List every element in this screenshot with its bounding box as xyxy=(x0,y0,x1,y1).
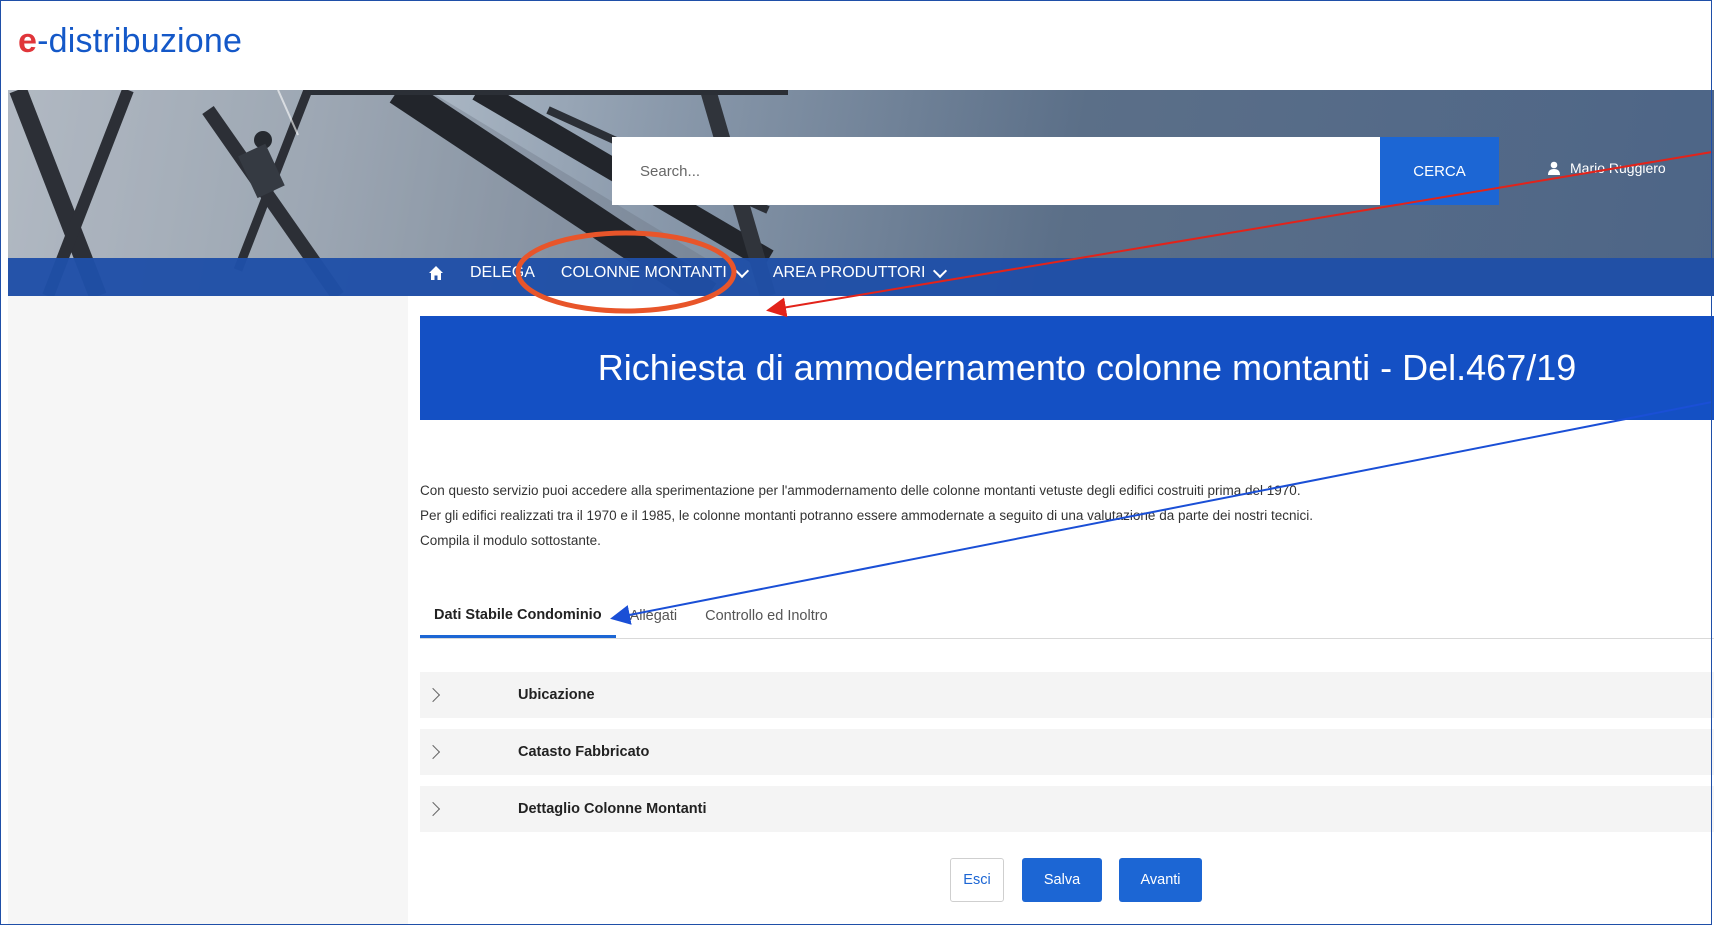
main-nav: DELEGA COLONNE MONTANTI AREA PRODUTTORI xyxy=(428,263,971,282)
nav-item-label: DELEGA xyxy=(470,264,535,281)
nav-home[interactable] xyxy=(428,265,444,281)
next-button[interactable]: Avanti xyxy=(1119,858,1202,902)
save-button[interactable]: Salva xyxy=(1022,858,1102,902)
page-description: Con questo servizio puoi accedere alla s… xyxy=(420,478,1313,553)
search-input[interactable] xyxy=(612,137,1380,205)
logo-prefix: e xyxy=(18,22,38,60)
chevron-right-icon xyxy=(425,801,441,817)
section-catasto-fabbricato[interactable]: Catasto Fabbricato xyxy=(420,729,1714,775)
section-label: Ubicazione xyxy=(518,687,595,703)
nav-item-colonne-montanti[interactable]: COLONNE MONTANTI xyxy=(560,263,749,282)
form-tabs: Dati Stabile Condominio Allegati Control… xyxy=(420,594,1714,639)
description-line: Per gli edifici realizzati tra il 1970 e… xyxy=(420,508,1314,523)
user-name: Mario Ruggiero xyxy=(1570,160,1666,176)
user-icon xyxy=(1548,161,1560,175)
nav-item-label: AREA PRODUTTORI xyxy=(772,264,926,281)
section-dettaglio-colonne-montanti[interactable]: Dettaglio Colonne Montanti xyxy=(420,786,1714,832)
page-title-banner: Richiesta di ammodernamento colonne mont… xyxy=(420,316,1714,420)
left-sidebar xyxy=(8,296,408,925)
tab-dati-stabile-condominio[interactable]: Dati Stabile Condominio xyxy=(420,594,616,638)
section-label: Catasto Fabbricato xyxy=(518,744,650,760)
description-line: Con questo servizio puoi accedere alla s… xyxy=(420,483,1301,498)
exit-button[interactable]: Esci xyxy=(950,858,1004,902)
chevron-right-icon xyxy=(425,687,441,703)
nav-item-delega[interactable]: DELEGA xyxy=(470,264,535,282)
home-icon xyxy=(429,266,443,280)
tab-controllo-ed-inoltro[interactable]: Controllo ed Inoltro xyxy=(691,594,842,638)
nav-item-area-produttori[interactable]: AREA PRODUTTORI xyxy=(772,263,948,282)
section-label: Dettaglio Colonne Montanti xyxy=(518,801,707,817)
search-button[interactable]: CERCA xyxy=(1380,137,1499,205)
chevron-right-icon xyxy=(425,744,441,760)
chevron-down-icon xyxy=(933,263,948,279)
section-ubicazione[interactable]: Ubicazione xyxy=(420,672,1714,718)
nav-item-label: COLONNE MONTANTI xyxy=(560,264,727,281)
user-menu[interactable]: Mario Ruggiero xyxy=(1548,160,1666,176)
tab-allegati[interactable]: Allegati xyxy=(616,594,692,638)
chevron-down-icon xyxy=(734,263,749,279)
brand-logo[interactable]: e-distribuzione xyxy=(18,22,242,61)
description-line: Compila il modulo sottostante. xyxy=(420,533,601,548)
top-bar: e-distribuzione xyxy=(0,0,1714,90)
page-title: Richiesta di ammodernamento colonne mont… xyxy=(597,347,1577,388)
logo-text: -distribuzione xyxy=(37,22,243,60)
